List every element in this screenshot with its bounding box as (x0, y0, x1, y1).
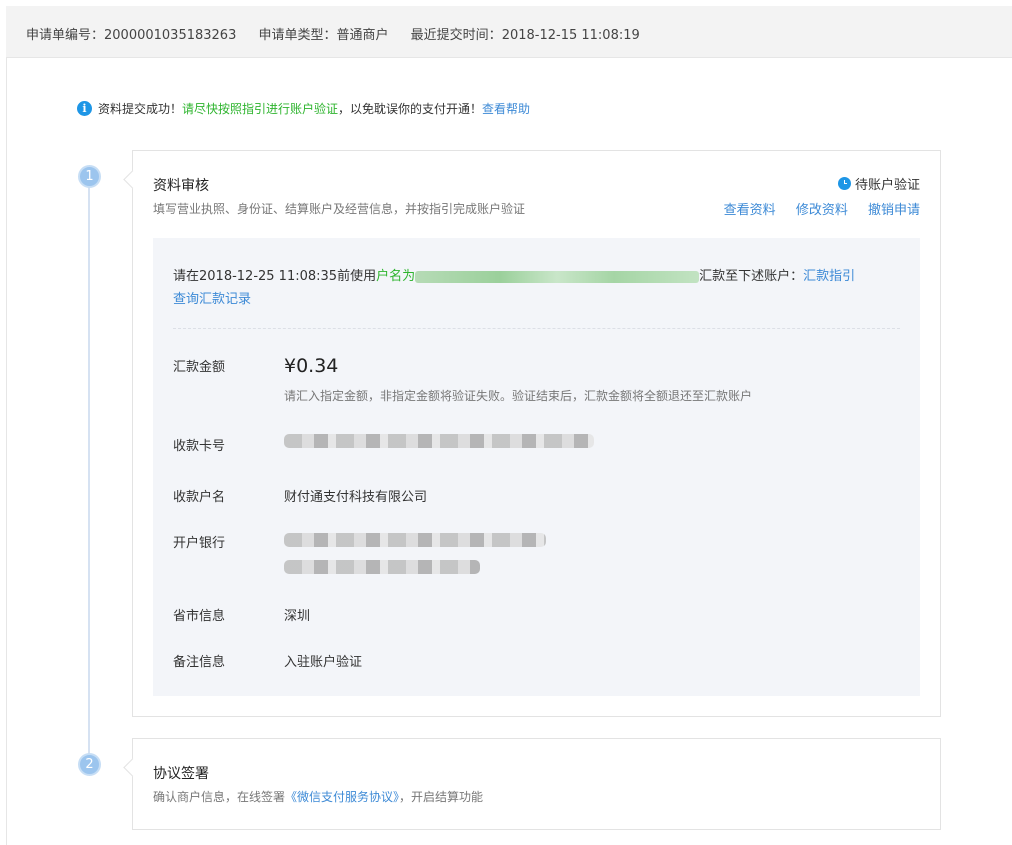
application-header: 申请单编号：2000001035183263 申请单类型：普通商户 最近提交时间… (6, 6, 1012, 58)
instruction-suffix: 汇款至下述账户： (699, 269, 804, 284)
redacted-card-number (284, 434, 594, 448)
edit-info-link[interactable]: 修改资料 (796, 203, 848, 218)
field-label-payee: 收款户名 (173, 490, 226, 505)
step-1-subtitle: 填写营业执照、身份证、结算账户及经营信息，并按指引完成账户验证 (153, 202, 526, 216)
field-label-amount: 汇款金额 (173, 360, 226, 375)
field-label-region: 省市信息 (173, 609, 226, 624)
agreement-prefix: 确认商户信息，在线签署 (153, 790, 286, 804)
transfer-instruction: 请在2018-12-25 11:08:35前使用户名为 汇款至下述账户：汇款指引 (173, 265, 855, 284)
application-type: 申请单类型：普通商户 (258, 28, 389, 43)
left-border (6, 6, 7, 845)
clock-icon (837, 177, 851, 190)
status-badge: 待账户验证 (837, 174, 920, 193)
view-help-link[interactable]: 查看帮助 (482, 100, 530, 117)
application-meta: 申请单编号：2000001035183263 申请单类型：普通商户 最近提交时间… (26, 24, 658, 43)
timeline-line (88, 180, 90, 758)
step-2-title: 协议签署 (153, 766, 209, 782)
field-label-remark: 备注信息 (173, 655, 226, 670)
amount-hint: 请汇入指定金额，非指定金额将验证失败。验证结束后，汇款金额将全额退还至汇款账户 (284, 389, 753, 403)
redacted-bank-line-1 (284, 533, 546, 547)
view-info-link[interactable]: 查看资料 (724, 203, 776, 218)
cancel-application-link[interactable]: 撤销申请 (868, 203, 920, 218)
review-actions: 查看资料 修改资料 撤销申请 (708, 199, 920, 218)
status-label: 待账户验证 (854, 178, 920, 193)
redacted-bank-line-2 (284, 560, 480, 574)
notice-highlight: 请尽快按照指引进行账户验证 (182, 102, 339, 116)
step-review-card: 资料审核 填写营业执照、身份证、结算账户及经营信息，并按指引完成账户验证 待账户… (123, 150, 941, 717)
region-value: 深圳 (284, 609, 311, 624)
transfer-records-link[interactable]: 查询汇款记录 (173, 288, 251, 307)
instruction-prefix: 请在2018-12-25 11:08:35前使用 (173, 269, 377, 284)
agreement-suffix: ，开启结算功能 (399, 790, 484, 804)
submit-notice: i 资料提交成功！ 请尽快按照指引进行账户验证 ，以免耽误你的支付开通！ 查看帮… (77, 100, 530, 117)
step-2-subtitle: 确认商户信息，在线签署《微信支付服务协议》，开启结算功能 (153, 788, 483, 805)
application-number: 申请单编号：2000001035183263 (26, 28, 237, 43)
card-pointer (123, 170, 142, 189)
account-name-label: 户名为 (376, 269, 416, 284)
remark-value: 入驻账户验证 (284, 655, 363, 670)
payee-name: 财付通支付科技有限公司 (284, 490, 428, 505)
step-agreement-card: 协议签署 确认商户信息，在线签署《微信支付服务协议》，开启结算功能 (123, 738, 941, 830)
card-pointer (123, 758, 142, 777)
dashed-divider (173, 328, 900, 329)
step-1-circle: 1 (78, 165, 101, 188)
step-2-circle: 2 (78, 753, 101, 776)
info-icon: i (77, 101, 92, 116)
transfer-guide-link[interactable]: 汇款指引 (803, 269, 855, 284)
step-1-title: 资料审核 (153, 178, 209, 194)
field-label-card-number: 收款卡号 (173, 439, 226, 454)
notice-suffix: ，以免耽误你的支付开通！ (338, 102, 483, 116)
transfer-panel: 请在2018-12-25 11:08:35前使用户名为 汇款至下述账户：汇款指引 … (153, 238, 920, 696)
submit-time: 最近提交时间：2018-12-15 11:08:19 (410, 28, 640, 43)
agreement-link[interactable]: 《微信支付服务协议》 (285, 790, 399, 804)
notice-prefix: 资料提交成功！ (98, 102, 183, 116)
redacted-account-name (415, 270, 700, 283)
transfer-amount: ¥0.34 (284, 355, 339, 377)
field-label-bank: 开户银行 (173, 536, 226, 551)
